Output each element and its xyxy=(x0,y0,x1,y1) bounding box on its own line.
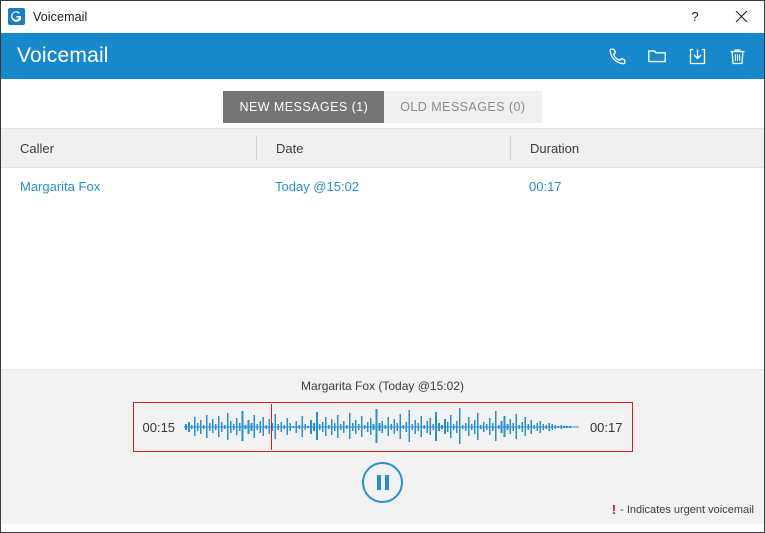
tab-new-messages[interactable]: NEW MESSAGES (1) xyxy=(223,91,385,123)
player-track-title: Margarita Fox (Today @15:02) xyxy=(301,379,464,393)
header-toolbar xyxy=(604,33,756,79)
call-icon[interactable] xyxy=(604,43,630,69)
current-time-label: 00:15 xyxy=(142,419,176,435)
waveform-container[interactable]: 00:15 00:17 xyxy=(132,402,633,452)
column-header-date[interactable]: Date xyxy=(256,136,510,160)
cell-duration[interactable]: 00:17 xyxy=(510,179,764,194)
window-title: Voicemail xyxy=(33,9,88,24)
table-empty-area xyxy=(1,204,764,369)
app-header: Voicemail xyxy=(1,33,764,79)
urgent-legend: ! - Indicates urgent voicemail xyxy=(612,502,754,517)
playhead-marker[interactable] xyxy=(271,404,273,450)
waveform-canvas[interactable] xyxy=(184,403,581,451)
urgent-legend-text: - Indicates urgent voicemail xyxy=(620,503,754,516)
table-header-row: Caller Date Duration xyxy=(1,128,764,168)
player-panel: Margarita Fox (Today @15:02) 00:15 00:17… xyxy=(1,369,764,524)
title-bar: Voicemail ? xyxy=(1,1,764,33)
waveform-graphic xyxy=(184,408,579,444)
cell-caller[interactable]: Margarita Fox xyxy=(1,179,256,194)
column-header-duration[interactable]: Duration xyxy=(510,136,764,160)
voicemail-table: Caller Date Duration Margarita Fox Today… xyxy=(1,128,764,369)
folder-icon[interactable] xyxy=(644,43,670,69)
table-row[interactable]: Margarita Fox Today @15:02 00:17 xyxy=(1,168,764,204)
tab-old-messages[interactable]: OLD MESSAGES (0) xyxy=(384,91,542,123)
pause-bar-left xyxy=(376,475,381,490)
help-button[interactable]: ? xyxy=(672,1,718,32)
page-title: Voicemail xyxy=(17,44,109,67)
tab-bar: NEW MESSAGES (1) OLD MESSAGES (0) xyxy=(1,79,764,128)
transport-controls xyxy=(1,462,764,503)
app-logo-icon xyxy=(8,8,25,25)
voicemail-window: Voicemail ? Voicemail NEW MESSAGES (1) O… xyxy=(0,0,765,533)
pause-button[interactable] xyxy=(362,462,403,503)
urgent-marker-icon: ! xyxy=(611,502,617,517)
close-button[interactable] xyxy=(718,1,764,32)
download-icon[interactable] xyxy=(684,43,710,69)
column-header-caller[interactable]: Caller xyxy=(1,129,256,167)
pause-bar-right xyxy=(384,475,389,490)
window-controls: ? xyxy=(672,1,764,32)
total-time-label: 00:17 xyxy=(589,419,623,435)
cell-date[interactable]: Today @15:02 xyxy=(256,179,510,194)
trash-icon[interactable] xyxy=(724,43,750,69)
